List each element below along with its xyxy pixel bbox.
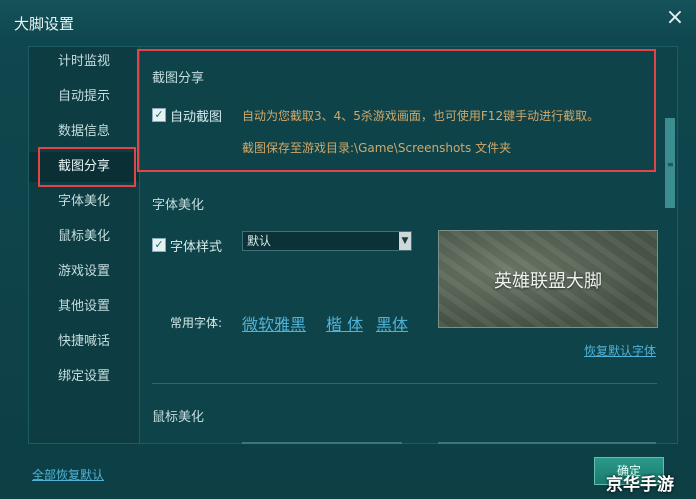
sidebar-item-font[interactable]: 字体美化 bbox=[29, 187, 139, 217]
sidebar-item-other-settings[interactable]: 其他设置 bbox=[29, 292, 139, 322]
sidebar-item-auto-tips[interactable]: 自动提示 bbox=[29, 82, 139, 112]
font-style-label: 字体样式 bbox=[170, 240, 223, 255]
sidebar-item-mouse[interactable]: 鼠标美化 bbox=[29, 222, 139, 252]
auto-screenshot-checkbox[interactable]: ✓ bbox=[152, 108, 166, 122]
font-preview-image: 英雄联盟大脚 bbox=[438, 230, 658, 328]
restore-default-font-link[interactable]: 恢复默认字体 bbox=[584, 342, 656, 359]
sidebar-item-quick-chat[interactable]: 快捷喊话 bbox=[29, 327, 139, 357]
common-fonts-label: 常用字体: bbox=[170, 316, 223, 330]
sidebar-item-screenshot-share[interactable]: 截图分享 bbox=[29, 152, 139, 182]
settings-window: 大脚设置 × 计时监视 自动提示 数据信息 截图分享 字体美化 鼠标美化 游戏设… bbox=[0, 0, 696, 499]
sidebar: 计时监视 自动提示 数据信息 截图分享 字体美化 鼠标美化 游戏设置 其他设置 … bbox=[28, 46, 140, 444]
close-icon[interactable]: × bbox=[662, 6, 688, 32]
font-style-select[interactable]: 默认 ▼ bbox=[242, 231, 412, 251]
font-link-heiti[interactable]: 黑体 bbox=[376, 311, 408, 335]
mouse-field-left bbox=[242, 442, 402, 444]
chevron-down-icon[interactable]: ▼ bbox=[399, 232, 411, 250]
section-title-screenshot: 截图分享 bbox=[152, 71, 205, 86]
window-title: 大脚设置 bbox=[14, 15, 75, 33]
font-style-checkbox[interactable]: ✓ bbox=[152, 238, 166, 252]
section-title-mouse: 鼠标美化 bbox=[152, 410, 205, 425]
mouse-field-right bbox=[438, 442, 656, 444]
sidebar-item-game-settings[interactable]: 游戏设置 bbox=[29, 257, 139, 287]
scrollbar-grip-icon: ≡ bbox=[667, 160, 674, 169]
screenshot-desc-line2: 截图保存至游戏目录:\Game\Screenshots 文件夹 bbox=[242, 141, 512, 155]
sidebar-item-timer[interactable]: 计时监视 bbox=[29, 47, 139, 77]
sidebar-item-binding[interactable]: 绑定设置 bbox=[29, 362, 139, 392]
screenshot-desc-line1: 自动为您截取3、4、5杀游戏画面，也可使用F12键手动进行截取。 bbox=[242, 109, 600, 123]
section-title-font: 字体美化 bbox=[152, 198, 205, 213]
section-divider bbox=[152, 383, 657, 384]
font-style-select-value: 默认 bbox=[247, 234, 272, 248]
restore-all-defaults-link[interactable]: 全部恢复默认 bbox=[32, 466, 104, 483]
auto-screenshot-label: 自动截图 bbox=[170, 110, 223, 125]
font-preview-text: 英雄联盟大脚 bbox=[494, 271, 602, 292]
watermark-logo: 京华手游 bbox=[606, 475, 674, 495]
font-link-yahei[interactable]: 微软雅黑 bbox=[242, 311, 306, 335]
sidebar-item-data-info[interactable]: 数据信息 bbox=[29, 117, 139, 147]
font-link-kaiti[interactable]: 楷 体 bbox=[326, 311, 363, 335]
